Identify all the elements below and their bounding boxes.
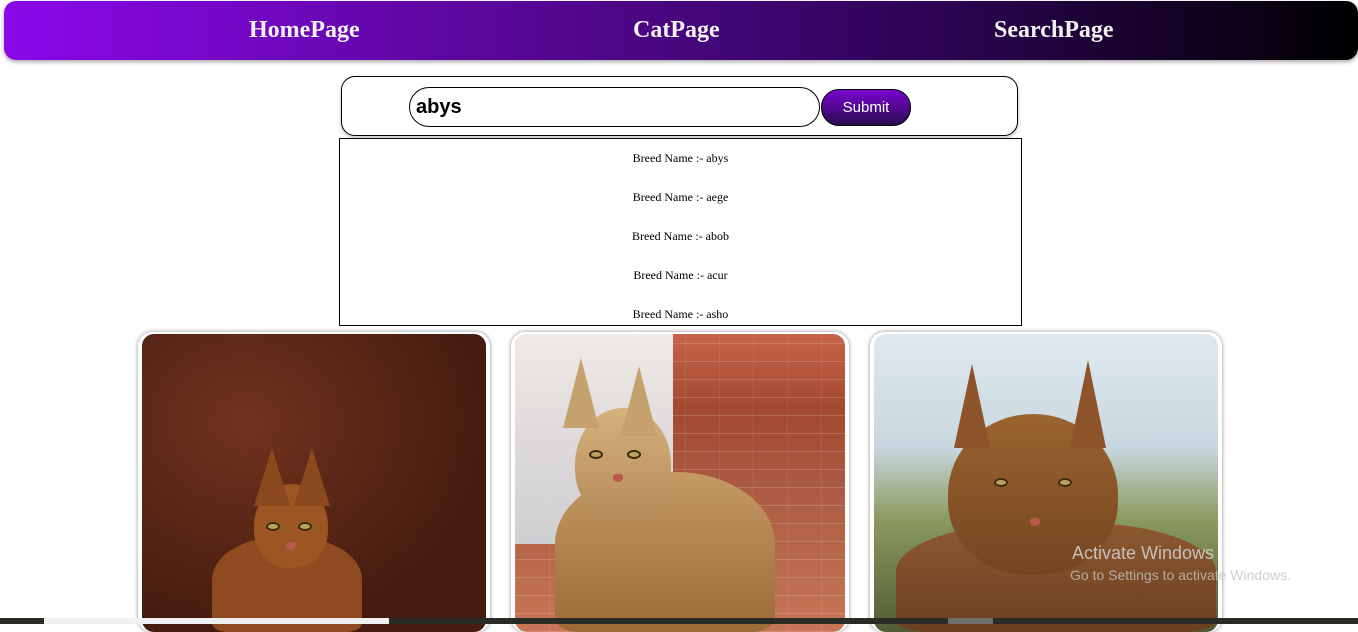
suggestion-item[interactable]: Breed Name :- abob	[340, 228, 1021, 244]
windows-activation-watermark-subtitle: Go to Settings to activate Windows.	[1070, 567, 1291, 583]
cat-card[interactable]	[138, 332, 490, 632]
cat-image	[202, 442, 382, 632]
suggestion-item[interactable]: Breed Name :- abys	[340, 150, 1021, 166]
cat-card[interactable]	[511, 332, 849, 632]
nav-homepage-link[interactable]: HomePage	[249, 16, 360, 44]
suggestion-item[interactable]: Breed Name :- acur	[340, 267, 1021, 283]
navbar: HomePage CatPage SearchPage	[4, 1, 1358, 60]
cat-photo	[515, 334, 845, 632]
search-container: Submit	[341, 76, 1018, 136]
breed-suggestions-list: Breed Name :- abys Breed Name :- aege Br…	[339, 138, 1022, 326]
cat-photo	[874, 334, 1218, 632]
taskbar-segment	[948, 618, 993, 624]
search-input[interactable]	[409, 87, 820, 127]
submit-button[interactable]: Submit	[821, 89, 911, 126]
taskbar-highlight	[44, 618, 389, 624]
nav-searchpage-link[interactable]: SearchPage	[994, 16, 1114, 44]
cat-image	[535, 346, 785, 632]
windows-activation-watermark-title: Activate Windows	[1072, 543, 1215, 563]
cat-card[interactable]	[870, 332, 1222, 632]
suggestion-item[interactable]: Breed Name :- asho	[340, 306, 1021, 322]
cat-image	[896, 342, 1216, 632]
nav-catpage-link[interactable]: CatPage	[633, 16, 720, 44]
suggestion-item[interactable]: Breed Name :- aege	[340, 189, 1021, 205]
cat-photo	[142, 334, 486, 632]
